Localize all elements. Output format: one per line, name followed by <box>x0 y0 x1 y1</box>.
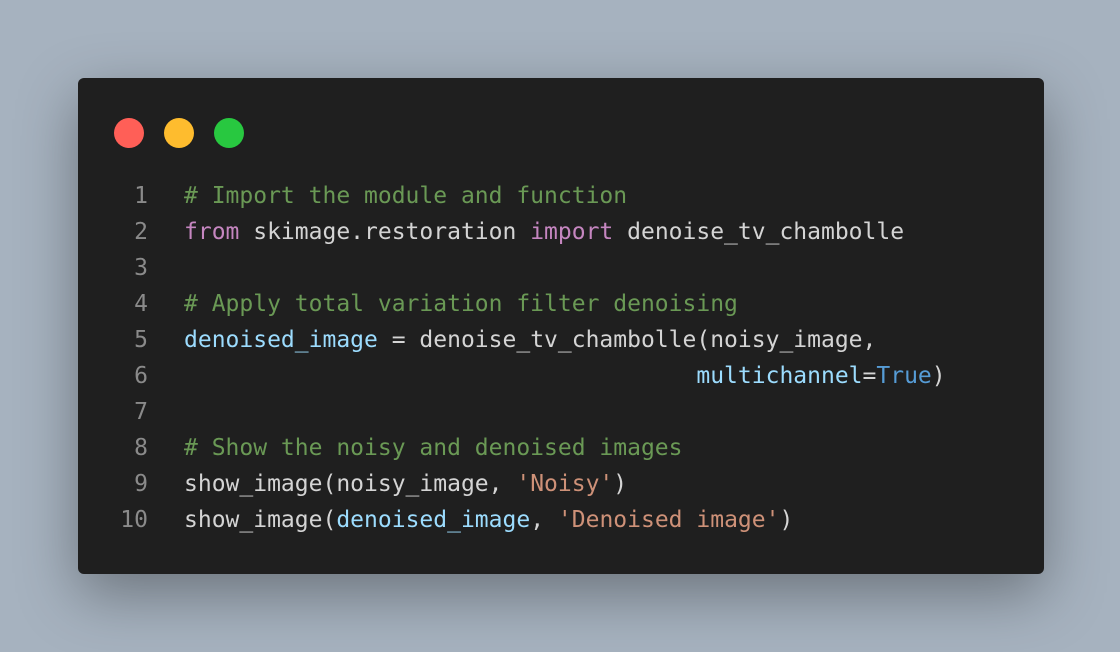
code-token-plain: ) <box>931 363 946 389</box>
line-source: denoised_image = denoise_tv_chambolle(no… <box>184 322 876 358</box>
line-source: from skimage.restoration import denoise_… <box>184 214 904 250</box>
code-line: 3 <box>78 250 1044 286</box>
line-source: # Show the noisy and denoised images <box>184 430 683 466</box>
code-token-string: 'Noisy' <box>516 471 614 497</box>
code-token-var: denoised_image <box>184 327 378 353</box>
code-token-plain: show_image( <box>184 507 337 533</box>
code-line: 7 <box>78 394 1044 430</box>
code-token-plain: show_image(noisy_image, <box>184 471 517 497</box>
line-source: # Apply total variation filter denoising <box>184 286 738 322</box>
line-number: 7 <box>134 399 148 425</box>
close-icon[interactable] <box>114 118 144 148</box>
code-line: 6 multichannel=True) <box>78 358 1044 394</box>
line-number: 1 <box>134 183 148 209</box>
code-line: 8 # Show the noisy and denoised images <box>78 430 1044 466</box>
maximize-icon[interactable] <box>214 118 244 148</box>
line-source: multichannel=True) <box>184 358 946 394</box>
code-line: 4 # Apply total variation filter denoisin… <box>78 286 1044 322</box>
code-line: 9 show_image(noisy_image, 'Noisy') <box>78 466 1044 502</box>
line-source: # Import the module and function <box>184 178 627 214</box>
line-number: 8 <box>134 435 148 461</box>
code-token-plain: ) <box>779 507 794 533</box>
code-line: 1 # Import the module and function <box>78 178 1044 214</box>
code-token-const: True <box>876 363 932 389</box>
line-number: 2 <box>134 219 148 245</box>
code-token-param: multichannel <box>696 363 863 389</box>
code-token-plain: = <box>862 363 877 389</box>
code-token-plain: denoise_tv_chambolle <box>613 219 905 245</box>
code-token-comment: # Show the noisy and denoised images <box>184 435 683 461</box>
line-source: show_image(denoised_image, 'Denoised ima… <box>184 502 793 538</box>
code-token-comment: # Apply total variation filter denoising <box>184 291 738 317</box>
line-number: 4 <box>134 291 148 317</box>
code-window: 1 # Import the module and function 2 from s… <box>78 78 1044 574</box>
traffic-lights <box>114 118 244 148</box>
code-line: 10 show_image(denoised_image, 'Denoised i… <box>78 502 1044 538</box>
line-number: 3 <box>134 255 148 281</box>
line-number: 10 <box>120 507 148 533</box>
code-line: 5 denoised_image = denoise_tv_chambolle(n… <box>78 322 1044 358</box>
code-token-plain: ) <box>613 471 628 497</box>
code-token-plain: , <box>530 507 558 533</box>
code-token-plain: skimage.restoration <box>239 219 531 245</box>
code-token-keyword: import <box>530 219 614 245</box>
line-source: show_image(noisy_image, 'Noisy') <box>184 466 627 502</box>
line-number: 6 <box>134 363 148 389</box>
code-token-comment: # Import the module and function <box>184 183 628 209</box>
code-block: 1 # Import the module and function 2 from s… <box>78 178 1044 538</box>
code-line: 2 from skimage.restoration import denoise… <box>78 214 1044 250</box>
code-token-string: 'Denoised image' <box>557 507 780 533</box>
line-number: 5 <box>134 327 148 353</box>
minimize-icon[interactable] <box>164 118 194 148</box>
line-number: 9 <box>134 471 148 497</box>
code-token-plain: = denoise_tv_chambolle(noisy_image, <box>377 327 877 353</box>
code-token-keyword: from <box>184 219 240 245</box>
code-token-var: denoised_image <box>336 507 531 533</box>
